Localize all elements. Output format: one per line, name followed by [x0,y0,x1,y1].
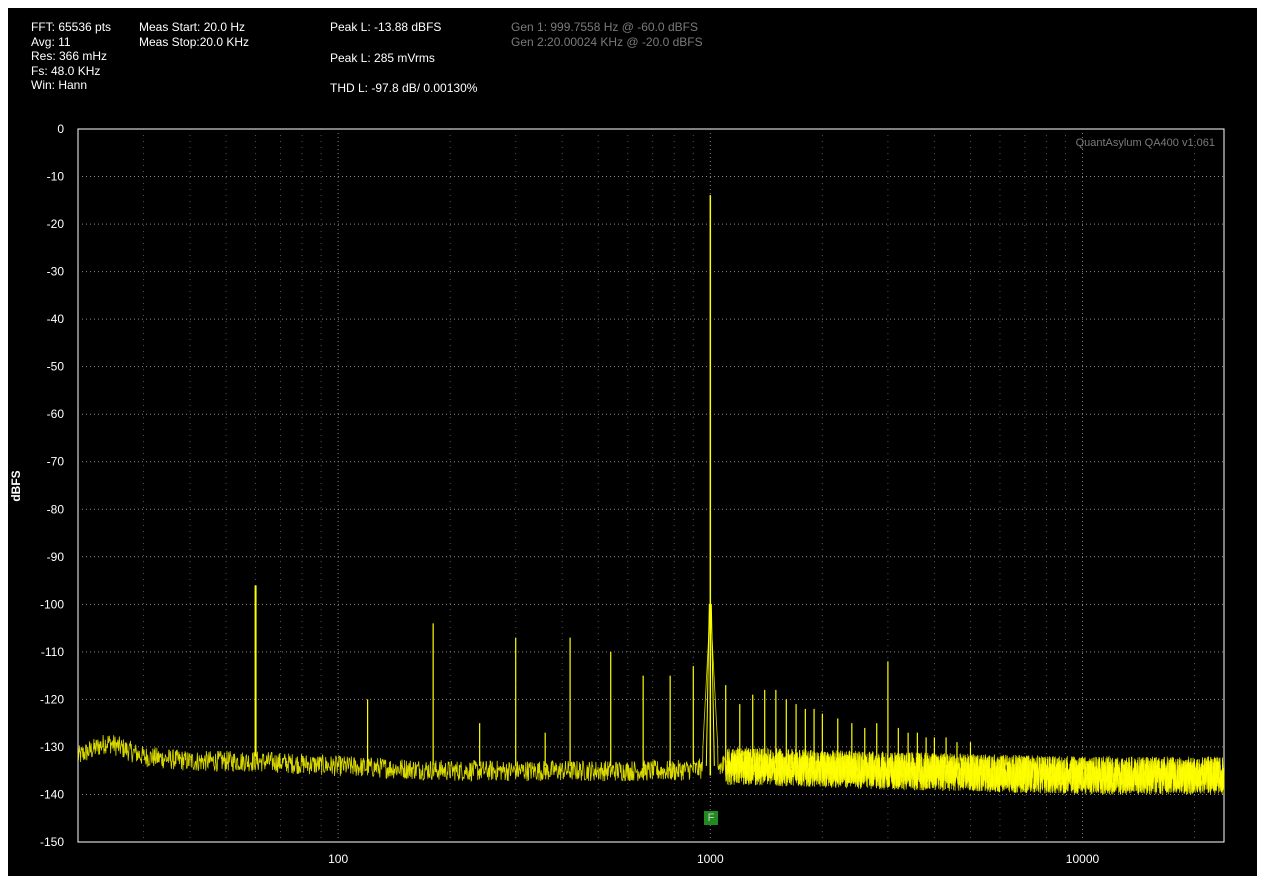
x-tick-label: 1000 [697,852,724,866]
y-tick-label: -10 [47,170,65,184]
averages: Avg: 11 [31,34,71,49]
spectrum-trace [77,195,1225,795]
peak-dbfs: Peak L: -13.88 dBFS [330,20,442,34]
fft-points: FFT: 65536 pts [31,20,112,34]
sample-rate: Fs: 48.0 KHz [31,63,101,78]
x-tick-labels: 100 1000 10000 [328,852,1099,866]
y-tick-label: -40 [47,312,65,326]
y-tick-label: -140 [40,787,64,801]
y-tick-label: -100 [40,597,64,611]
y-tick-label: -50 [47,360,65,374]
measurement-range: Meas Start: 20.0 Hz Meas Stop:20.0 KHz [139,20,249,49]
watermark: QuantAsylum QA400 v1.061 [1075,137,1215,149]
gen2-setting: Gen 2:20.00024 KHz @ -20.0 dBFS [511,34,703,49]
plot-area-border [77,128,1225,843]
peak-vrms: Peak L: 285 mVrms [330,51,435,65]
x-tick-label: 100 [328,852,348,866]
y-tick-label: -70 [47,455,65,469]
x-tick-label: 10000 [1066,852,1100,866]
analyzer-window: 0 -10 -20 -30 -40 -50 -60 -70 -80 -90 -100 -110 -120… [8,8,1257,876]
y-tick-label: -80 [47,502,65,516]
y-axis-label: dBFS [9,470,23,502]
resolution: Res: 366 mHz [31,49,108,63]
generator-settings: Gen 1: 999.7558 Hz @ -60.0 dBFS Gen 2:20… [511,20,703,49]
y-tick-label: -120 [40,692,64,706]
thd-readout: THD L: -97.8 dB/ 0.00130% [330,81,478,95]
y-tick-label: -90 [47,550,65,564]
grid-vertical [143,129,1196,842]
y-tick-labels: 0 -10 -20 -30 -40 -50 -60 -70 -80 -90 -100 -110 -120… [40,122,64,849]
y-tick-label: -30 [47,265,65,279]
gen1-setting: Gen 1: 999.7558 Hz @ -60.0 dBFS [511,20,698,34]
y-tick-label: -130 [40,740,64,754]
y-tick-label: -150 [40,835,64,849]
y-tick-label: -110 [41,645,64,659]
fundamental-marker[interactable]: F [704,811,718,825]
y-tick-label: 0 [57,122,64,136]
fft-settings: FFT: 65536 pts Avg: 11 Res: 366 mHz Fs: … [31,20,111,93]
window-type: Win: Hann [31,78,88,92]
grid-horizontal [78,176,1224,795]
y-tick-label: -20 [47,217,65,231]
meas-start: Meas Start: 20.0 Hz [139,20,246,34]
fft-plot: 0 -10 -20 -30 -40 -50 -60 -70 -80 -90 -100 -110 -120… [40,122,1225,866]
meas-stop: Meas Stop:20.0 KHz [139,34,250,49]
y-tick-label: -60 [47,407,65,421]
